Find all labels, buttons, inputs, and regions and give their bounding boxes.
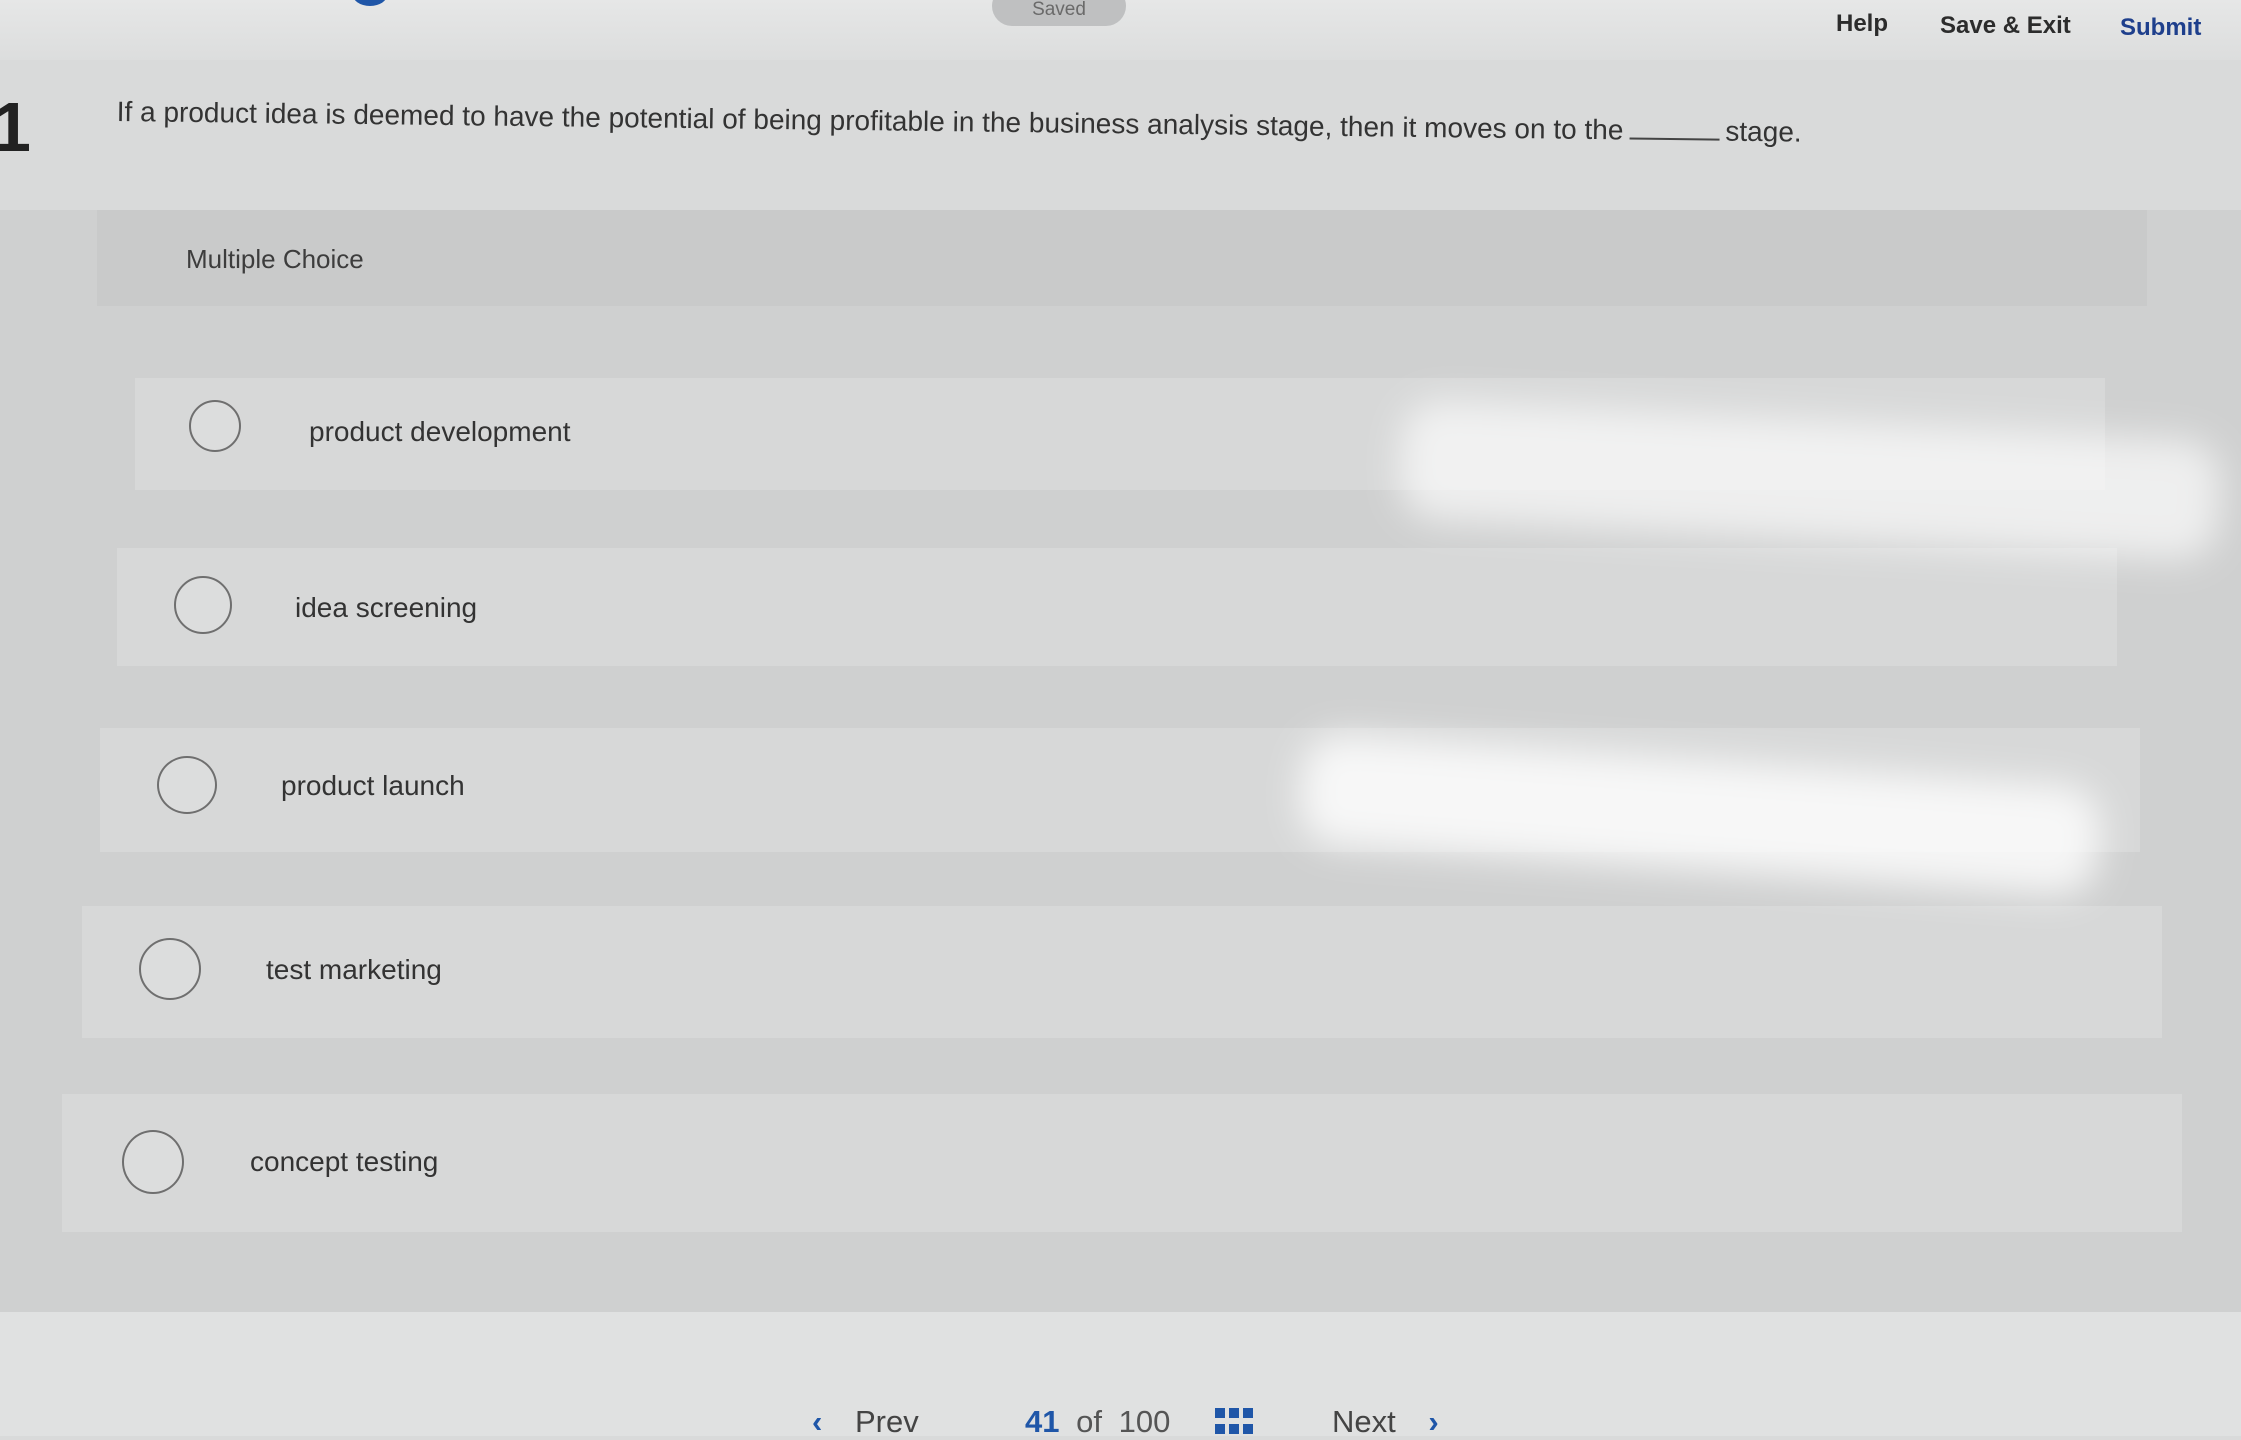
question-number: 1	[0, 88, 31, 166]
radio-button[interactable]	[157, 756, 217, 814]
choice-option[interactable]: idea screening	[117, 548, 2117, 666]
of-label: of	[1076, 1404, 1102, 1439]
prev-label: Prev	[854, 1404, 919, 1439]
choice-label: product launch	[281, 770, 465, 801]
question-text-after: stage.	[1725, 115, 1802, 148]
choice-option[interactable]: product launch	[100, 728, 2140, 852]
page-counter: 41 of 100	[1025, 1404, 1170, 1440]
answer-type-header	[97, 210, 2147, 306]
chevron-left-icon: ‹	[812, 1404, 823, 1439]
help-link[interactable]: Help	[1836, 10, 1888, 38]
grid-icon[interactable]	[1215, 1408, 1255, 1436]
choice-label: concept testing	[250, 1146, 439, 1177]
choice-option[interactable]: test marketing	[82, 906, 2162, 1038]
choice-option[interactable]: concept testing	[62, 1094, 2182, 1232]
chevron-right-icon: ›	[1428, 1404, 1439, 1439]
choice-label: idea screening	[295, 592, 478, 623]
question-text-before: If a product idea is deemed to have the …	[116, 95, 1624, 146]
prev-button[interactable]: ‹ Prev	[812, 1404, 919, 1440]
answer-type-label: Multiple Choice	[186, 244, 364, 274]
radio-button[interactable]	[139, 938, 201, 1000]
radio-button[interactable]	[189, 400, 241, 452]
saved-status-badge: Saved	[992, 0, 1126, 26]
total-pages: 100	[1118, 1404, 1171, 1439]
next-label: Next	[1332, 1404, 1396, 1439]
radio-button[interactable]	[174, 576, 232, 634]
choice-label: product development	[309, 416, 571, 447]
radio-button[interactable]	[122, 1130, 184, 1194]
choice-label: test marketing	[266, 954, 442, 985]
question-text: If a product idea is deemed to have the …	[117, 92, 2017, 155]
choice-option[interactable]: product development	[135, 378, 2105, 490]
submit-link[interactable]: Submit	[2120, 14, 2201, 42]
save-exit-link[interactable]: Save & Exit	[1940, 12, 2071, 40]
answer-blank	[1629, 111, 1720, 141]
current-page: 41	[1025, 1404, 1060, 1439]
next-button[interactable]: Next ›	[1332, 1404, 1439, 1440]
